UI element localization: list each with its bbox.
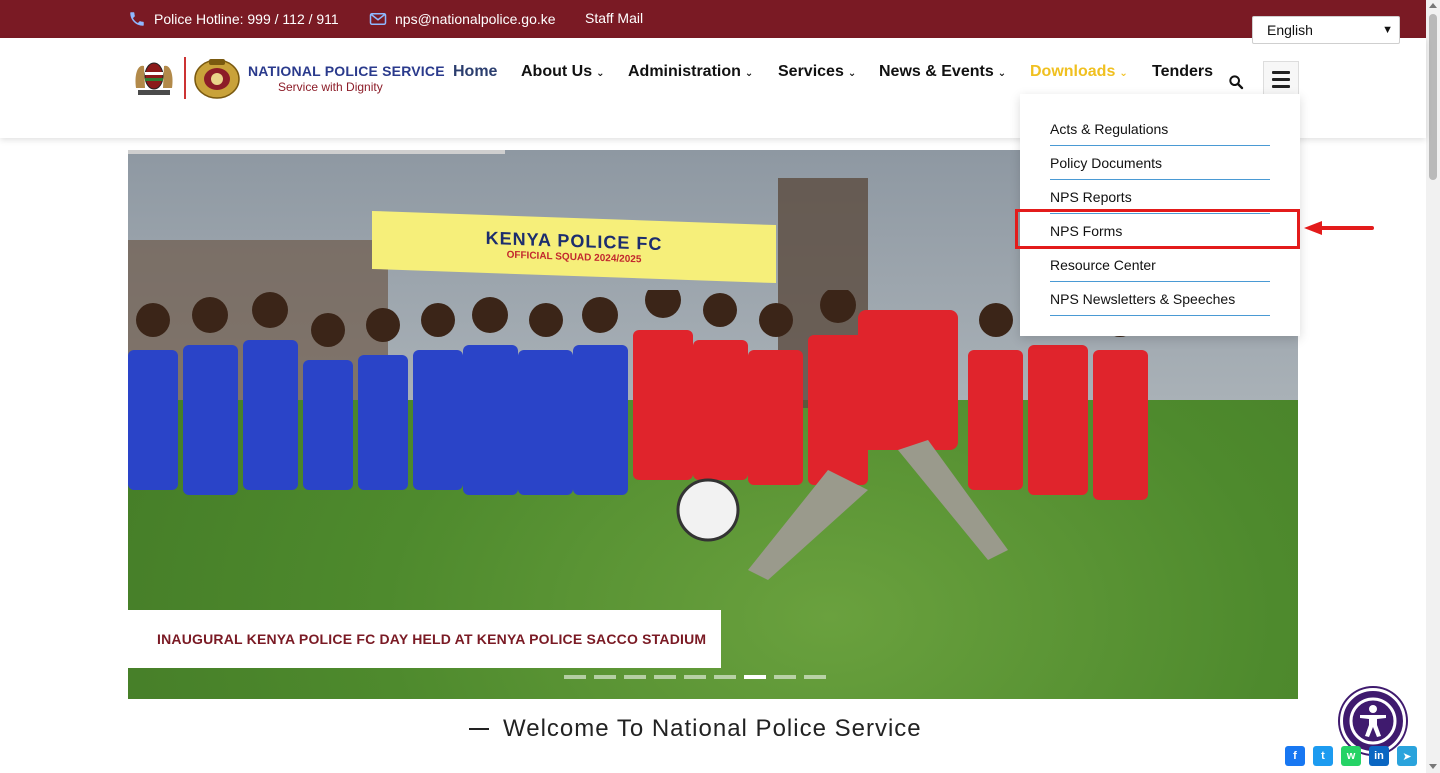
chevron-down-icon: ⌄ (744, 67, 754, 79)
dropdown-item-label: Policy Documents (1050, 154, 1163, 171)
language-select[interactable]: English ▼ (1252, 16, 1400, 44)
hamburger-line (1272, 77, 1290, 81)
nav-tenders-label: Tenders (1152, 63, 1214, 80)
dropdown-item-policy-documents[interactable]: Policy Documents (1050, 146, 1270, 180)
logo-title: NATIONAL POLICE SERVICE (248, 62, 445, 79)
nav-about-us[interactable]: About Us ⌄ (521, 63, 605, 81)
dropdown-item-resource-center[interactable]: Resource Center (1050, 248, 1270, 282)
accessibility-button[interactable] (1340, 688, 1406, 754)
slider-dots (564, 675, 826, 679)
chevron-down-icon: ⌄ (847, 67, 857, 79)
chevron-down-icon: ▼ (1382, 24, 1393, 36)
email-link[interactable]: nps@nationalpolice.go.ke (369, 10, 556, 28)
page-scrollbar[interactable] (1426, 0, 1440, 773)
dropdown-item-acts-regulations[interactable]: Acts & Regulations (1050, 112, 1270, 146)
hotline-text: Police Hotline: 999 / 112 / 911 (154, 11, 339, 27)
chevron-down-icon: ⌄ (596, 67, 605, 79)
scrollbar-thumb[interactable] (1429, 14, 1437, 180)
top-bar: Police Hotline: 999 / 112 / 911 nps@nati… (0, 0, 1426, 38)
nav-home[interactable]: Home (453, 63, 497, 81)
telegram-icon[interactable]: ➤ (1397, 746, 1417, 766)
welcome-title: Welcome To National Police Service (503, 715, 922, 742)
mail-icon (369, 13, 387, 25)
staff-mail-text: Staff Mail (585, 10, 644, 26)
slider-dot[interactable] (654, 675, 676, 679)
coat-of-arms-icon (135, 62, 173, 95)
nav-news-events[interactable]: News & Events ⌄ (879, 63, 1006, 81)
accessibility-icon (1349, 697, 1397, 745)
scroll-up-icon[interactable] (1429, 3, 1437, 8)
highlight-box (1015, 209, 1300, 249)
hero-caption[interactable]: INAUGURAL KENYA POLICE FC DAY HELD AT KE… (128, 610, 721, 668)
share-bar: f t w in ➤ (1285, 746, 1417, 766)
slide-progress (128, 150, 505, 154)
facebook-icon[interactable]: f (1285, 746, 1305, 766)
hamburger-line (1272, 84, 1290, 88)
welcome-heading: Welcome To National Police Service (469, 715, 922, 743)
nav-tenders[interactable]: Tenders (1152, 63, 1213, 81)
nav-administration-label: Administration (628, 63, 741, 80)
hamburger-menu-button[interactable] (1263, 61, 1299, 97)
phone-icon (130, 12, 144, 26)
nav-administration[interactable]: Administration ⌄ (628, 63, 753, 81)
slider-dot[interactable] (804, 675, 826, 679)
slider-dot[interactable] (714, 675, 736, 679)
hero-caption-text: INAUGURAL KENYA POLICE FC DAY HELD AT KE… (157, 631, 707, 647)
slider-dot[interactable] (564, 675, 586, 679)
slider-dot[interactable] (624, 675, 646, 679)
nav-services[interactable]: Services ⌄ (778, 63, 856, 81)
site-logo[interactable]: NATIONAL POLICE SERVICE Service with Dig… (130, 54, 445, 102)
search-button[interactable] (1228, 74, 1244, 95)
slider-dot[interactable] (774, 675, 796, 679)
arrow-left-icon (1304, 221, 1374, 235)
slider-dot[interactable] (594, 675, 616, 679)
nav-services-label: Services (778, 63, 844, 80)
search-icon (1229, 75, 1244, 90)
nav-home-label: Home (453, 63, 498, 80)
email-text: nps@nationalpolice.go.ke (395, 11, 556, 27)
hamburger-line (1272, 70, 1290, 74)
dropdown-item-label: NPS Reports (1050, 188, 1132, 205)
whatsapp-icon[interactable]: w (1341, 746, 1361, 766)
dropdown-item-label: Resource Center (1050, 256, 1156, 273)
police-badge-icon (194, 59, 240, 99)
logo-divider (184, 57, 186, 99)
nav-about-label: About Us (521, 63, 593, 80)
logo-text: NATIONAL POLICE SERVICE Service with Dig… (248, 63, 445, 94)
hotline[interactable]: Police Hotline: 999 / 112 / 911 (128, 10, 339, 28)
twitter-icon[interactable]: t (1313, 746, 1333, 766)
scroll-down-icon[interactable] (1429, 764, 1437, 769)
nav-news-label: News & Events (879, 63, 994, 80)
dropdown-item-label: NPS Newsletters & Speeches (1050, 290, 1236, 307)
linkedin-icon[interactable]: in (1369, 746, 1389, 766)
nav-downloads-label: Downloads (1030, 63, 1116, 80)
slider-dot-active[interactable] (744, 675, 766, 679)
heading-dash (469, 728, 489, 730)
dropdown-item-newsletters-speeches[interactable]: NPS Newsletters & Speeches (1050, 282, 1270, 316)
slider-dot[interactable] (684, 675, 706, 679)
logo-tagline: Service with Dignity (278, 79, 383, 94)
chevron-down-icon: ⌄ (997, 67, 1007, 79)
dropdown-item-label: Acts & Regulations (1050, 120, 1169, 137)
language-selected: English (1267, 22, 1313, 38)
staff-mail-link[interactable]: Staff Mail (585, 10, 643, 26)
chevron-down-icon: ⌄ (1119, 67, 1128, 79)
nav-downloads[interactable]: Downloads ⌄ (1030, 63, 1128, 81)
